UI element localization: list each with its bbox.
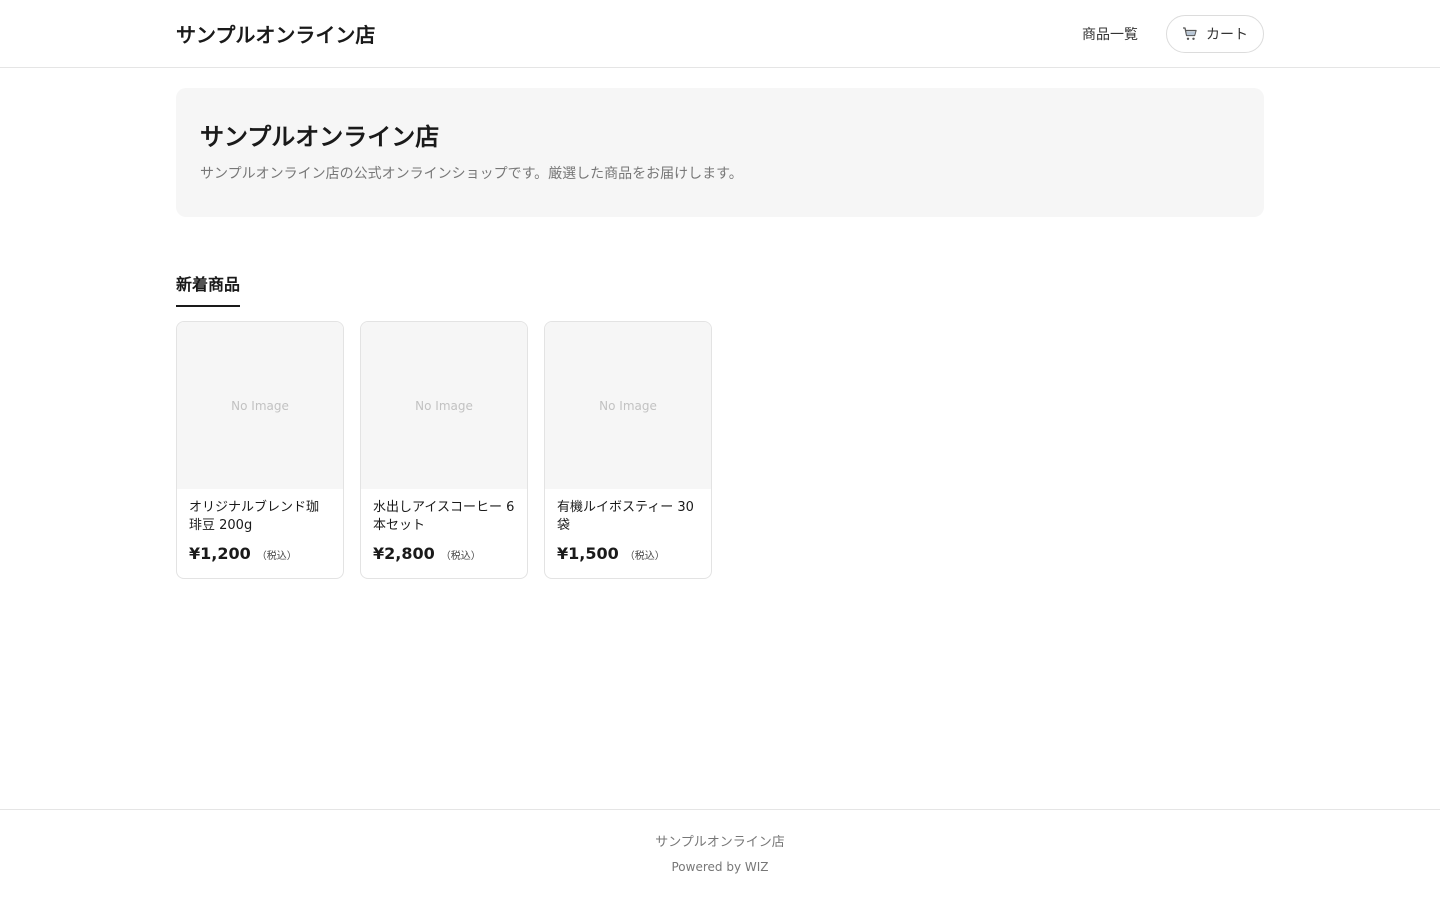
product-image-placeholder: No Image [545,322,711,489]
product-image-placeholder: No Image [361,322,527,489]
product-card-body: オリジナルブレンド珈琲豆 200g ¥1,200 （税込） [177,489,343,563]
product-card-body: 水出しアイスコーヒー 6本セット ¥2,800 （税込） [361,489,527,563]
product-price-row: ¥2,800 （税込） [373,544,515,563]
product-price-row: ¥1,500 （税込） [557,544,699,563]
site-logo[interactable]: サンプルオンライン店 [176,19,375,48]
nav-products-link[interactable]: 商品一覧 [1082,24,1138,44]
product-grid: No Image オリジナルブレンド珈琲豆 200g ¥1,200 （税込） N… [176,321,712,579]
cart-button[interactable]: カート [1166,14,1264,53]
product-card-body: 有機ルイボスティー 30袋 ¥1,500 （税込） [545,489,711,563]
tax-note: （税込） [440,551,481,562]
section-title-new-products: 新着商品 [176,274,241,307]
site-header: サンプルオンライン店 商品一覧 カート [0,0,1440,68]
tax-note: （税込） [256,551,297,562]
hero-title: サンプルオンライン店 [200,123,440,151]
site-footer: サンプルオンライン店 Powered by WIZ [0,809,1440,900]
product-image-placeholder: No Image [177,322,343,489]
product-card[interactable]: No Image オリジナルブレンド珈琲豆 200g ¥1,200 （税込） [176,321,344,579]
header-inner: サンプルオンライン店 商品一覧 カート [176,0,1264,67]
cart-label: カート [1206,26,1248,43]
hero-banner: サンプルオンライン店 サンプルオンライン店の公式オンラインショップです。厳選した… [176,88,1264,217]
product-price-row: ¥1,200 （税込） [189,544,331,563]
tax-note: （税込） [624,551,665,562]
product-price: ¥1,200 [189,544,251,563]
product-name: オリジナルブレンド珈琲豆 200g [189,500,320,533]
footer-powered-by: Powered by WIZ [671,860,769,874]
cart-icon [1182,26,1198,42]
product-name: 水出しアイスコーヒー 6本セット [373,500,515,533]
footer-shop-name: サンプルオンライン店 [655,835,785,850]
main-nav: 商品一覧 カート [1082,14,1264,53]
product-price: ¥2,800 [373,544,435,563]
hero-description: サンプルオンライン店の公式オンラインショップです。厳選した商品をお届けします。 [200,166,743,182]
product-price: ¥1,500 [557,544,619,563]
product-card[interactable]: No Image 水出しアイスコーヒー 6本セット ¥2,800 （税込） [360,321,528,579]
product-name: 有機ルイボスティー 30袋 [557,500,694,533]
product-card[interactable]: No Image 有機ルイボスティー 30袋 ¥1,500 （税込） [544,321,712,579]
